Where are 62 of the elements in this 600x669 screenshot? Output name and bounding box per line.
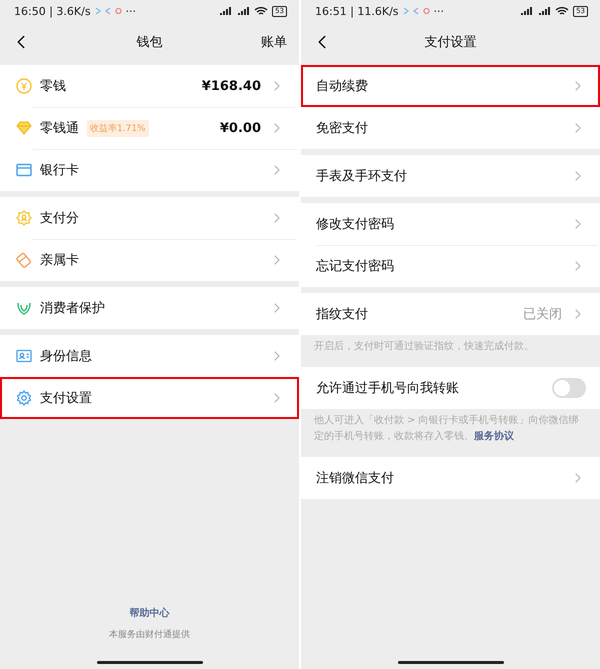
menu-row[interactable]: 零钱 ¥168.40 — [0, 65, 299, 107]
help-center-link[interactable]: 帮助中心 — [130, 606, 170, 620]
menu-row[interactable]: 免密支付 — [301, 107, 600, 149]
row-label: 身份信息 — [40, 348, 92, 365]
signal-icon — [218, 6, 232, 16]
id-card-icon — [16, 348, 32, 364]
row-label: 修改支付密码 — [316, 216, 394, 233]
row-label: 支付分 — [40, 210, 79, 227]
row-label: 注销微信支付 — [316, 470, 394, 487]
menu-row[interactable]: 手表及手环支付 — [301, 155, 600, 197]
status-time: 16:50 | 3.6K/s — [14, 4, 91, 18]
agreement-link[interactable]: 服务协议 — [474, 431, 514, 442]
page-title: 支付设置 — [424, 34, 476, 51]
card-icon — [16, 252, 32, 268]
wifi-icon — [254, 6, 268, 16]
hint-text: 他人可进入「收付款 > 向银行卡或手机号转账」向你微信绑定的手机号转账，收款将存入零钱。服务协议 — [313, 414, 580, 444]
menu-row[interactable]: 允许通过手机号向我转账 — [301, 367, 600, 409]
row-value: ¥0.00 — [220, 120, 261, 136]
signal-icon — [519, 6, 534, 16]
more-notifications: ··· — [126, 4, 136, 18]
coin-icon — [16, 78, 32, 94]
menu-row[interactable]: 消费者保护 — [0, 287, 299, 329]
gear-icon — [16, 390, 32, 406]
row-label: 手表及手环支付 — [316, 168, 407, 185]
card-icon — [16, 162, 32, 178]
diamond-icon — [16, 120, 32, 136]
row-value: ¥168.40 — [202, 78, 261, 94]
menu-row[interactable]: 银行卡 — [0, 149, 299, 191]
hint-text: 开启后，支付时可通过验证指纹，快速完成付款。 — [313, 340, 535, 354]
badge-icon — [16, 210, 32, 226]
row-label: 允许通过手机号向我转账 — [316, 380, 459, 397]
menu-row[interactable]: 身份信息 — [0, 335, 299, 377]
menu-row[interactable]: 注销微信支付 — [301, 457, 600, 499]
menu-row[interactable]: 亲属卡 — [0, 239, 299, 281]
row-label: 银行卡 — [40, 162, 79, 179]
signal-icon — [537, 6, 552, 16]
row-label: 支付设置 — [40, 390, 92, 407]
signal-icon — [236, 6, 250, 16]
status-time: 16:51 | 11.6K/s — [315, 4, 399, 18]
menu-row[interactable]: 修改支付密码 — [301, 203, 600, 245]
row-label: 零钱 — [40, 78, 66, 95]
row-label: 消费者保护 — [40, 300, 105, 317]
row-label: 亲属卡 — [40, 252, 79, 269]
yield-badge: 收益率1.71% — [87, 120, 149, 136]
row-label: 忘记支付密码 — [316, 258, 394, 275]
toggle-switch[interactable] — [552, 378, 586, 398]
menu-row[interactable]: 指纹支付 已关闭 — [301, 293, 600, 335]
row-label: 免密支付 — [316, 120, 368, 137]
menu-row[interactable]: 支付分 — [0, 197, 299, 239]
row-label: 指纹支付 — [316, 306, 368, 323]
row-label: 自动续费 — [316, 78, 368, 95]
menu-row[interactable]: 忘记支付密码 — [301, 245, 600, 287]
page-title: 钱包 — [136, 34, 162, 51]
menu-row[interactable]: 零钱通 收益率1.71% ¥0.00 — [0, 107, 299, 149]
row-label: 零钱通 — [40, 120, 79, 137]
provider-note: 本服务由财付通提供 — [109, 628, 190, 641]
bill-button[interactable]: 账单 — [259, 33, 289, 51]
row-value: 已关闭 — [523, 306, 562, 323]
wifi-icon — [555, 6, 570, 16]
more-notifications: ··· — [434, 4, 444, 18]
menu-row[interactable]: 支付设置 — [0, 377, 299, 419]
menu-row[interactable]: 自动续费 — [301, 65, 600, 107]
